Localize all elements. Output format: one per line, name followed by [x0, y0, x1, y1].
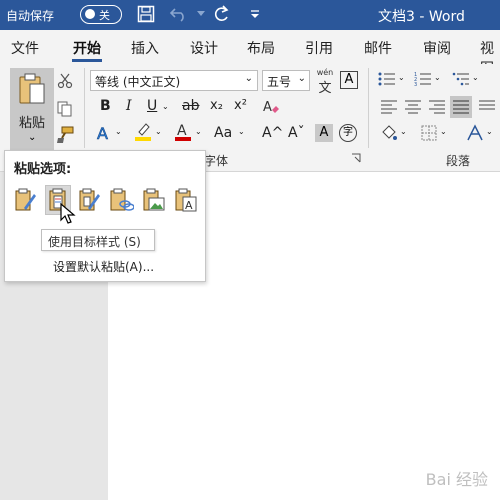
clipboard-icon: [19, 73, 45, 104]
paste-button[interactable]: 粘贴 ⌄: [10, 68, 54, 152]
autosave-toggle[interactable]: 关: [80, 5, 122, 24]
divider: [368, 68, 369, 148]
paste-label: 粘贴: [19, 116, 46, 131]
title-bar: 自动保存 关 文档3 - Word: [0, 0, 500, 30]
paragraph-group-label: 段落: [446, 154, 471, 168]
bold-button[interactable]: B: [100, 98, 111, 114]
mouse-cursor-icon: [60, 203, 76, 224]
chevron-down-icon[interactable]: ⌄: [162, 102, 169, 111]
font-size-value: 五号: [267, 75, 292, 89]
subscript-button[interactable]: x₂: [210, 98, 223, 113]
chevron-down-icon[interactable]: ⌄: [115, 127, 122, 136]
undo-dropdown-icon[interactable]: [190, 3, 212, 25]
autosave-label: 自动保存: [6, 9, 55, 23]
char-shading-button[interactable]: A: [315, 124, 333, 142]
tab-home[interactable]: 开始: [73, 38, 101, 58]
font-name-value: 等线 (中文正文): [95, 75, 181, 89]
chevron-down-icon[interactable]: ⌄: [238, 127, 245, 136]
svg-text:A: A: [97, 124, 108, 142]
chevron-down-icon[interactable]: ⌄: [155, 127, 162, 136]
justify-icon[interactable]: [450, 96, 472, 118]
tab-insert[interactable]: 插入: [131, 38, 159, 58]
tab-design[interactable]: 设计: [190, 38, 218, 58]
shrink-font-button[interactable]: Aˇ: [288, 125, 305, 141]
tab-review[interactable]: 审阅: [423, 38, 451, 58]
italic-button[interactable]: I: [126, 98, 132, 114]
active-tab-indicator: [72, 59, 102, 62]
align-left-icon[interactable]: [380, 98, 398, 116]
enclose-char-button[interactable]: 字: [339, 124, 357, 142]
autosave-state: 关: [99, 9, 110, 22]
borders-icon[interactable]: [420, 124, 438, 142]
set-default-paste-link[interactable]: 设置默认粘贴(A)...: [53, 258, 154, 275]
tooltip: 使用目标样式 (S): [41, 229, 155, 251]
align-right-icon[interactable]: [428, 98, 446, 116]
svg-text:A: A: [185, 199, 193, 212]
chevron-down-icon: ⌄: [28, 132, 37, 143]
format-painter-icon[interactable]: [56, 126, 74, 144]
font-color-icon[interactable]: A: [174, 122, 192, 141]
paste-as-link-icon[interactable]: [109, 185, 135, 215]
clear-formatting-icon[interactable]: A: [262, 98, 280, 116]
merge-formatting-icon[interactable]: [77, 185, 103, 215]
svg-text:3: 3: [414, 82, 417, 87]
highlight-icon[interactable]: [134, 122, 152, 141]
customize-toolbar-icon[interactable]: [244, 3, 266, 25]
tab-references[interactable]: 引用: [305, 38, 333, 58]
char-border-button[interactable]: A: [340, 71, 358, 89]
font-size-box[interactable]: 五号 ⌄: [262, 70, 310, 91]
align-center-icon[interactable]: [404, 98, 422, 116]
font-name-box[interactable]: 等线 (中文正文) ⌄: [90, 70, 258, 91]
chevron-down-icon: ⌄: [297, 73, 306, 84]
save-icon[interactable]: [135, 3, 157, 25]
keep-source-formatting-icon[interactable]: [13, 185, 39, 215]
phonetic-guide-button[interactable]: wén 文: [314, 68, 336, 96]
copy-icon[interactable]: [56, 100, 74, 118]
document-title: 文档3 - Word: [378, 9, 465, 25]
font-group-label: 字体: [204, 154, 229, 168]
font-dialog-launcher-icon[interactable]: [350, 152, 362, 164]
shading-icon[interactable]: [380, 124, 398, 142]
text-effects-icon[interactable]: A: [96, 124, 114, 142]
cut-icon[interactable]: [56, 72, 74, 90]
chevron-down-icon[interactable]: ⌄: [472, 73, 479, 82]
underline-button[interactable]: U: [147, 98, 157, 114]
chevron-down-icon[interactable]: ⌄: [434, 73, 441, 82]
grow-font-button[interactable]: A^: [262, 125, 283, 141]
distributed-icon[interactable]: [478, 98, 496, 116]
chevron-down-icon[interactable]: ⌄: [400, 127, 407, 136]
chevron-down-icon[interactable]: ⌄: [486, 127, 493, 136]
keep-text-only-icon[interactable]: A: [173, 185, 199, 215]
phonetic-label: wén: [316, 68, 334, 77]
chevron-down-icon[interactable]: ⌄: [195, 127, 202, 136]
asian-layout-icon[interactable]: [466, 124, 484, 142]
multilevel-list-icon[interactable]: [452, 70, 470, 88]
toggle-knob: [85, 9, 95, 19]
redo-icon[interactable]: [210, 3, 232, 25]
svg-text:A: A: [263, 100, 272, 115]
chevron-down-icon[interactable]: ⌄: [440, 127, 447, 136]
numbering-icon[interactable]: 123: [414, 70, 432, 88]
bullets-icon[interactable]: [378, 70, 396, 88]
divider: [84, 68, 85, 148]
strikethrough-button[interactable]: ab: [182, 98, 199, 114]
paste-options-menu: 粘贴选项: A 使用目标样式 (S) 设置默认粘贴(A)...: [4, 150, 206, 282]
change-case-button[interactable]: Aa: [214, 125, 232, 141]
chevron-down-icon[interactable]: ⌄: [398, 73, 405, 82]
tab-file[interactable]: 文件: [11, 38, 39, 58]
watermark: Bai 经验: [425, 470, 488, 489]
undo-icon[interactable]: [168, 3, 190, 25]
wen-glyph: 文: [318, 81, 332, 96]
tab-mailings[interactable]: 邮件: [364, 38, 392, 58]
paste-as-picture-icon[interactable]: [141, 185, 167, 215]
svg-text:A: A: [177, 123, 187, 139]
superscript-button[interactable]: x²: [234, 98, 247, 113]
tab-layout[interactable]: 布局: [247, 38, 275, 58]
ribbon-tabs: 文件 开始 插入 设计 布局 引用 邮件 审阅 视图: [0, 30, 500, 77]
paste-options-title: 粘贴选项:: [14, 162, 72, 177]
chevron-down-icon: ⌄: [244, 73, 253, 84]
